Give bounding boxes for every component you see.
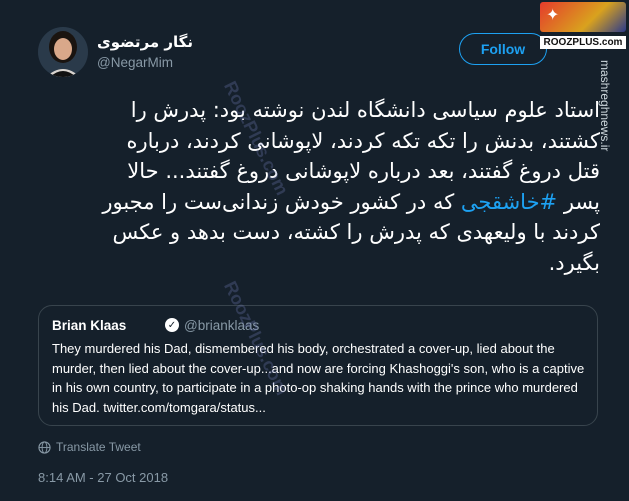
verified-badge-icon: ✓ [165, 318, 179, 332]
quoted-tweet-text: They murdered his Dad, dismembered his b… [52, 341, 585, 415]
quoted-author-name: Brian Klaas [52, 318, 127, 333]
follow-button[interactable]: Follow [459, 33, 547, 65]
author-name[interactable]: نگار مرتضوی [97, 33, 193, 51]
timestamp[interactable]: 8:14 AM - 27 Oct 2018 [38, 470, 168, 485]
logo-text: ROOZPLUS.com [540, 36, 626, 49]
translate-label: Translate Tweet [56, 440, 141, 454]
translate-tweet[interactable]: Translate Tweet [38, 440, 141, 454]
author-handle[interactable]: @NegarMim [97, 55, 173, 70]
tweet-text: استاد علوم سیاسی دانشگاه لندن نوشته بود:… [95, 95, 600, 278]
logo-mark: ✦ [546, 5, 560, 24]
logo-box: ✦ [540, 2, 626, 32]
quoted-author-handle: @brianklaas [184, 318, 260, 333]
quoted-tweet-card[interactable]: Brian Klaas ✓ @brianklaas They murdered … [38, 305, 598, 426]
side-watermark: mashreghnews.ir [598, 60, 612, 152]
hashtag-link[interactable]: #خاشقجی [461, 190, 557, 214]
avatar[interactable] [38, 27, 88, 77]
avatar-image [38, 27, 88, 77]
site-logo: ✦ ROOZPLUS.com [540, 2, 626, 52]
globe-icon [38, 440, 51, 454]
